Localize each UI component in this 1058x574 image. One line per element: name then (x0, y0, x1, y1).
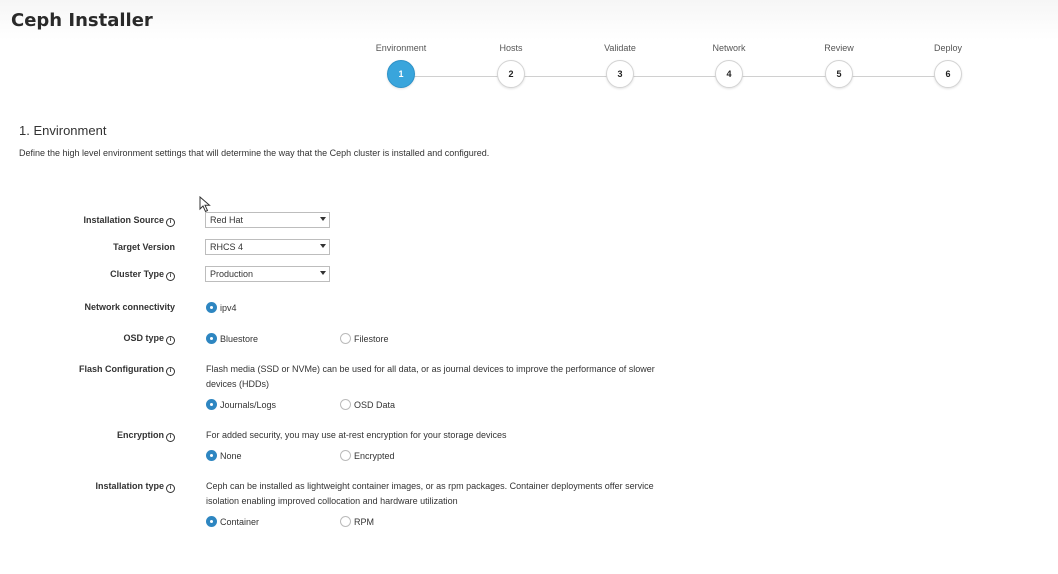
installation-source-label: Installation Source i (83, 215, 175, 227)
radio-encryption-none[interactable]: None (206, 450, 242, 461)
step-number-circle[interactable]: 1 (387, 60, 415, 88)
step-label: Validate (604, 43, 636, 53)
radio-journals-logs[interactable]: Journals/Logs (206, 399, 276, 410)
radio-button-icon[interactable] (206, 399, 217, 410)
flash-configuration-help: Flash media (SSD or NVMe) can be used fo… (206, 364, 655, 389)
info-icon[interactable]: i (166, 367, 175, 376)
info-icon[interactable]: i (166, 218, 175, 227)
step-network[interactable]: Network 4 (689, 42, 769, 88)
radio-button-icon[interactable] (206, 333, 217, 344)
radio-rpm[interactable]: RPM (340, 516, 374, 527)
step-deploy[interactable]: Deploy 6 (908, 42, 988, 88)
radio-button-icon[interactable] (340, 516, 351, 527)
radio-filestore[interactable]: Filestore (340, 333, 389, 344)
radio-button-icon[interactable] (340, 450, 351, 461)
info-icon[interactable]: i (166, 484, 175, 493)
step-label: Review (824, 43, 854, 53)
step-number-circle[interactable]: 4 (715, 60, 743, 88)
installation-type-label: Installation type i (95, 481, 175, 493)
flash-configuration-label: Flash Configuration i (79, 364, 175, 376)
target-version-select[interactable]: RHCS 4 (205, 239, 330, 255)
step-review[interactable]: Review 5 (799, 42, 879, 88)
radio-button-icon[interactable] (340, 399, 351, 410)
chevron-down-icon (320, 217, 326, 221)
target-version-label: Target Version (113, 242, 175, 252)
step-environment[interactable]: Environment 1 (361, 42, 441, 88)
radio-button-icon[interactable] (206, 302, 217, 313)
info-icon[interactable]: i (166, 433, 175, 442)
radio-encrypted[interactable]: Encrypted (340, 450, 395, 461)
mouse-pointer-icon (199, 196, 211, 213)
osd-type-label: OSD type i (123, 333, 175, 345)
cluster-type-select[interactable]: Production (205, 266, 330, 282)
step-validate[interactable]: Validate 3 (580, 42, 660, 88)
chevron-down-icon (320, 244, 326, 248)
encryption-help: For added security, you may use at-rest … (206, 430, 507, 440)
step-number-circle[interactable]: 5 (825, 60, 853, 88)
step-label: Deploy (933, 43, 962, 53)
radio-bluestore[interactable]: Bluestore (206, 333, 258, 344)
radio-button-icon[interactable] (206, 516, 217, 527)
encryption-label: Encryption i (117, 430, 175, 442)
info-icon[interactable]: i (166, 336, 175, 345)
section-title: 1. Environment (19, 123, 107, 138)
radio-button-icon[interactable] (340, 333, 351, 344)
step-label: Network (712, 43, 746, 53)
step-number-circle[interactable]: 2 (497, 60, 525, 88)
installation-source-select[interactable]: Red Hat (205, 212, 330, 228)
step-label: Environment (375, 43, 427, 53)
section-description: Define the high level environment settin… (19, 148, 490, 158)
radio-button-icon[interactable] (206, 450, 217, 461)
chevron-down-icon (320, 271, 326, 275)
step-hosts[interactable]: Hosts 2 (471, 42, 551, 88)
radio-osd-data[interactable]: OSD Data (340, 399, 395, 410)
network-connectivity-label: Network connectivity (84, 302, 175, 312)
step-number-circle[interactable]: 3 (606, 60, 634, 88)
radio-ipv4[interactable]: ipv4 (206, 302, 237, 313)
cluster-type-label: Cluster Type i (110, 269, 175, 281)
radio-container[interactable]: Container (206, 516, 259, 527)
installation-type-help: Ceph can be installed as lightweight con… (206, 481, 654, 506)
wizard-stepper: Environment 1 Hosts 2 Validate 3 Network… (0, 0, 1058, 100)
info-icon[interactable]: i (166, 272, 175, 281)
step-number-circle[interactable]: 6 (934, 60, 962, 88)
step-label: Hosts (499, 43, 523, 53)
